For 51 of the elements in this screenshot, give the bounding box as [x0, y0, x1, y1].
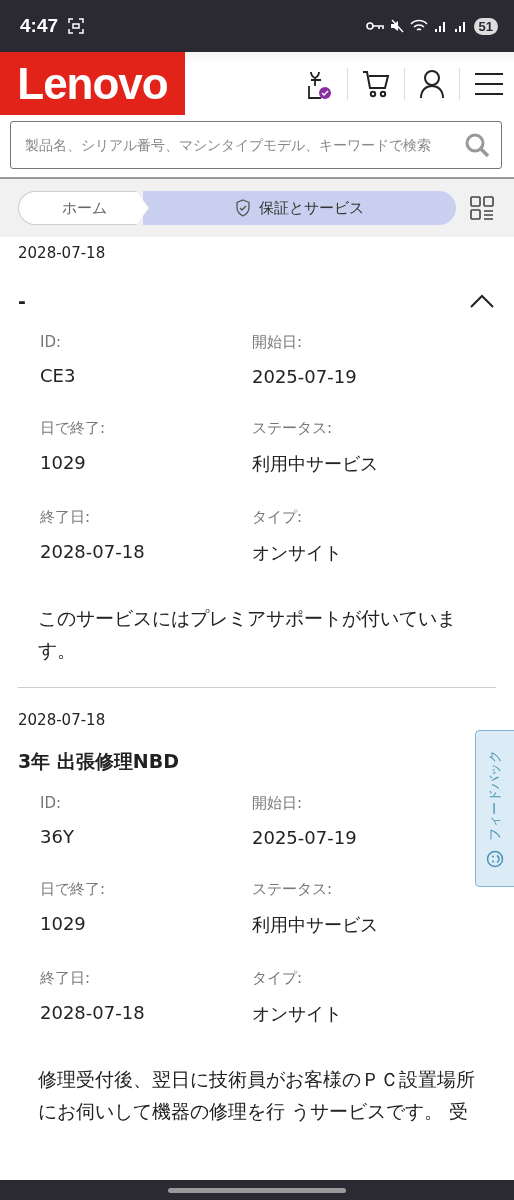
- search-field[interactable]: 製品名、シリアル番号、マシンタイプモデル、キーワードで検索: [10, 121, 502, 169]
- field-value: 2025-07-19: [252, 827, 357, 848]
- date-heading: 2028-07-18: [18, 710, 107, 731]
- grid-icon[interactable]: [470, 196, 494, 220]
- smiley-icon: [486, 850, 504, 868]
- wifi-icon: [409, 19, 428, 33]
- field-label: ID:: [40, 333, 62, 351]
- user-icon[interactable]: [419, 68, 445, 99]
- field-label: ステータス:: [252, 880, 333, 899]
- field-value: オンサイト: [252, 541, 342, 565]
- service-title: 3年 出張修理NBD: [18, 749, 179, 774]
- field-value: 2028-07-18: [40, 541, 145, 562]
- feedback-tab[interactable]: フィードバック: [475, 730, 514, 887]
- field-value: 利用中サービス: [252, 913, 378, 937]
- search-icon[interactable]: [464, 132, 490, 158]
- field-value: 利用中サービス: [252, 452, 378, 476]
- signal-icon: [433, 19, 448, 33]
- menu-icon[interactable]: [474, 71, 504, 96]
- brand-logo[interactable]: Lenovo: [0, 52, 185, 115]
- field-label: ID:: [40, 794, 62, 812]
- mute-icon: [389, 19, 404, 33]
- field-label: 日で終了:: [40, 419, 106, 438]
- service-description: このサービスにはプレミアサポートが付いています。: [38, 607, 457, 663]
- status-time: 4:47: [20, 15, 59, 37]
- cart-icon[interactable]: [362, 68, 390, 99]
- field-label: タイプ:: [252, 969, 303, 988]
- shield-icon: [235, 199, 251, 217]
- key-icon: [365, 21, 384, 31]
- field-value: 1029: [40, 452, 86, 473]
- date-heading: 2028-07-18: [18, 243, 107, 264]
- field-value: オンサイト: [252, 1002, 342, 1026]
- field-label: 開始日:: [252, 333, 303, 352]
- field-value: 1029: [40, 913, 86, 934]
- signal-icon: [453, 19, 468, 33]
- field-value: CE3: [40, 365, 76, 386]
- chevron-icon[interactable]: [470, 294, 494, 308]
- battery-level: 51: [473, 17, 498, 35]
- service-description: 修理受付後、翌日に技術員がお客様のＰＣ設置場所にお伺いして機器の修理を行 うサービスです。 受: [38, 1068, 476, 1124]
- breadcrumb-item[interactable]: ホーム: [18, 191, 149, 225]
- field-label: 開始日:: [252, 794, 303, 813]
- field-label: タイプ:: [252, 508, 303, 527]
- service-title: -: [18, 290, 26, 312]
- field-label: 終了日:: [40, 508, 91, 527]
- screenshot-icon: [68, 18, 85, 34]
- field-label: ステータス:: [252, 419, 333, 438]
- breadcrumb-item[interactable]: 保証とサービス: [143, 191, 456, 225]
- field-label: 終了日:: [40, 969, 91, 988]
- field-label: 日で終了:: [40, 880, 106, 899]
- field-value: 36Y: [40, 826, 74, 847]
- field-value: 2025-07-19: [252, 366, 357, 387]
- field-value: 2028-07-18: [40, 1002, 145, 1023]
